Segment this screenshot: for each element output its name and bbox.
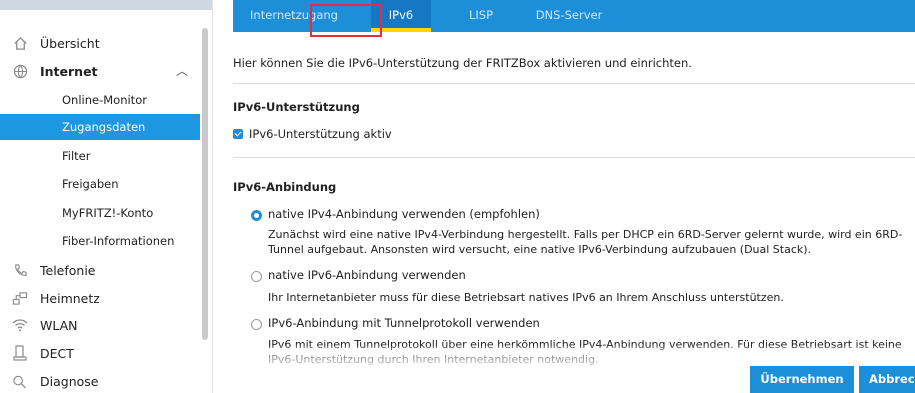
radio-native-ipv6-label[interactable]: native IPv6-Anbindung verwenden (268, 268, 466, 282)
apply-button[interactable]: Übernehmen (750, 366, 854, 393)
ipv6-support-checkbox[interactable] (233, 129, 243, 139)
section-heading-support: IPv6-Unterstützung (233, 100, 360, 114)
sidebar-item-uebersicht[interactable]: Übersicht (0, 30, 200, 56)
radio-native-ipv4-desc: Zunächst wird eine native IPv4-Verbindun… (268, 228, 903, 256)
sidebar-sub-label: Filter (62, 149, 91, 163)
radio-native-ipv6[interactable] (251, 271, 262, 282)
sidebar-sub-label: Freigaben (62, 177, 119, 191)
diagnose-icon (12, 373, 28, 389)
radio-native-ipv4-label[interactable]: native IPv4-Anbindung verwenden (empfohl… (268, 207, 540, 221)
divider (233, 83, 915, 84)
sidebar-sub-label: Fiber-Informationen (62, 234, 175, 248)
ipv6-support-checkbox-label[interactable]: IPv6-Unterstützung aktiv (249, 127, 392, 141)
wifi-icon (12, 317, 28, 333)
cancel-button[interactable]: Abbrechen (859, 366, 915, 393)
sidebar-item-label: Diagnose (40, 373, 99, 389)
intro-text: Hier können Sie die IPv6-Unterstützung d… (233, 56, 692, 70)
sidebar-item-label: Heimnetz (40, 290, 100, 306)
sidebar-item-wlan[interactable]: WLAN (0, 312, 200, 338)
tab-dns-server[interactable]: DNS-Server (523, 0, 615, 32)
phone-icon (12, 262, 28, 278)
radio-native-ipv6-desc: Ihr Internetanbieter muss für diese Betr… (268, 291, 784, 304)
sidebar-sub-label: Online-Monitor (62, 93, 147, 107)
radio-native-ipv4[interactable] (251, 210, 262, 221)
sidebar-item-internet[interactable]: Internet ︿ (0, 58, 200, 84)
sidebar-item-label: Übersicht (40, 35, 100, 51)
sidebar-scrollbar[interactable] (202, 28, 208, 340)
sidebar-sub-zugangsdaten[interactable]: Zugangsdaten (0, 114, 200, 140)
sidebar-item-diagnose[interactable]: Diagnose (0, 368, 200, 393)
main-content: Internetzugang IPv6 LISP DNS-Server Hier… (213, 0, 915, 393)
radio-tunnel[interactable] (251, 319, 262, 330)
sidebar-item-label: Internet (40, 63, 98, 79)
chevron-up-icon[interactable]: ︿ (176, 62, 188, 79)
sidebar-top-bar (0, 0, 212, 10)
globe-icon (12, 63, 28, 79)
sidebar-item-heimnetz[interactable]: Heimnetz (0, 285, 200, 311)
radio-tunnel-label[interactable]: IPv6-Anbindung mit Tunnelprotokoll verwe… (268, 316, 540, 330)
tab-highlight-box (310, 4, 382, 37)
dect-icon (12, 345, 28, 361)
sidebar-sub-online-monitor[interactable]: Online-Monitor (0, 87, 200, 113)
divider (233, 157, 915, 158)
sidebar-item-telefonie[interactable]: Telefonie (0, 257, 200, 283)
sidebar-sub-freigaben[interactable]: Freigaben (0, 171, 200, 197)
section-heading-binding: IPv6-Anbindung (233, 180, 337, 194)
tab-lisp[interactable]: LISP (451, 0, 511, 32)
sidebar-sub-label: Zugangsdaten (62, 120, 146, 134)
sidebar-sub-myfritz-konto[interactable]: MyFRITZ!-Konto (0, 200, 200, 226)
sidebar-item-label: DECT (40, 345, 74, 361)
sidebar-item-dect[interactable]: DECT (0, 340, 200, 366)
sidebar-sub-label: MyFRITZ!-Konto (62, 206, 154, 220)
sidebar: Übersicht Internet ︿ Online-Monitor Zuga… (0, 0, 213, 393)
sidebar-item-label: WLAN (40, 317, 78, 333)
sidebar-item-label: Telefonie (40, 262, 96, 278)
sidebar-sub-fiber-informationen[interactable]: Fiber-Informationen (0, 228, 200, 254)
sidebar-sub-filter[interactable]: Filter (0, 143, 200, 169)
network-icon (12, 290, 28, 306)
home-icon (12, 35, 28, 51)
